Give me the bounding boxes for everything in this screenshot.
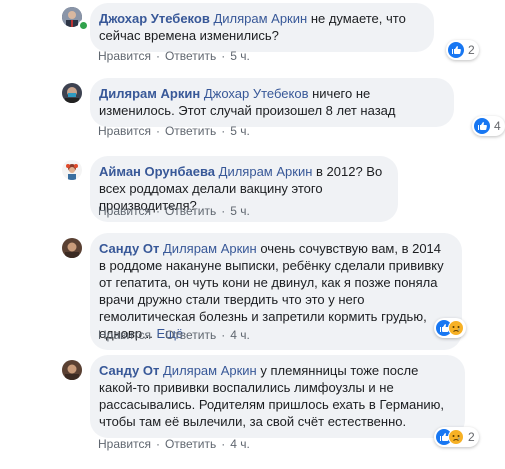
- like-icon: [448, 42, 464, 58]
- separator: ·: [221, 124, 226, 138]
- like-link[interactable]: Нравится: [98, 204, 151, 218]
- comment-actions: Нравится · Ответить · 5 ч.: [98, 204, 250, 218]
- reply-link[interactable]: Ответить: [165, 124, 216, 138]
- comment-mention[interactable]: Дилярам Аркин: [163, 241, 257, 256]
- comment-bubble: Дилярам Аркин Джохар Утебеков ничего не …: [90, 78, 454, 127]
- separator: ·: [155, 49, 160, 63]
- comment-time[interactable]: 4 ч.: [230, 328, 250, 342]
- comment-time[interactable]: 4 ч.: [230, 437, 250, 451]
- avatar[interactable]: [62, 360, 82, 380]
- reactions-summary[interactable]: 4: [472, 116, 505, 136]
- comment-time[interactable]: 5 ч.: [230, 204, 250, 218]
- comment-author[interactable]: Санду От: [99, 241, 159, 256]
- comment-mention[interactable]: Дилярам Аркин: [163, 363, 257, 378]
- like-icon: [474, 118, 490, 134]
- like-link[interactable]: Нравится: [98, 437, 151, 451]
- reactions-summary[interactable]: [434, 318, 466, 338]
- comment-author[interactable]: Дилярам Аркин: [99, 86, 200, 101]
- comment-time[interactable]: 5 ч.: [230, 49, 250, 63]
- sad-icon: [448, 429, 464, 445]
- comment-time[interactable]: 5 ч.: [230, 124, 250, 138]
- reaction-count: 2: [468, 43, 475, 57]
- comment-actions: Нравится · Ответить · 5 ч.: [98, 124, 250, 138]
- comment-actions: Нравится · Ответить · 5 ч.: [98, 49, 250, 63]
- reaction-count: 4: [494, 119, 501, 133]
- sad-icon: [448, 320, 464, 336]
- comment-mention[interactable]: Дилярам Аркин: [213, 11, 307, 26]
- reply-link[interactable]: Ответить: [165, 437, 216, 451]
- reactions-summary[interactable]: 2: [434, 427, 479, 447]
- reply-link[interactable]: Ответить: [165, 328, 216, 342]
- avatar[interactable]: [62, 83, 82, 103]
- comment-text: очень сочувствую вам, в 2014 в роддоме н…: [99, 241, 444, 341]
- separator: ·: [221, 437, 226, 451]
- comment-author[interactable]: Айман Орунбаева: [99, 164, 215, 179]
- comment-actions: Нравится · Ответить · 4 ч.: [98, 328, 250, 342]
- like-link[interactable]: Нравится: [98, 49, 151, 63]
- comment-author[interactable]: Санду От: [99, 363, 159, 378]
- online-indicator: [78, 20, 89, 31]
- separator: ·: [221, 328, 226, 342]
- reactions-summary[interactable]: 2: [446, 40, 479, 60]
- separator: ·: [155, 204, 160, 218]
- separator: ·: [221, 204, 226, 218]
- separator: ·: [155, 437, 160, 451]
- like-link[interactable]: Нравится: [98, 124, 151, 138]
- avatar[interactable]: [62, 238, 82, 258]
- like-link[interactable]: Нравится: [98, 328, 151, 342]
- separator: ·: [155, 124, 160, 138]
- comment-author[interactable]: Джохар Утебеков: [99, 11, 210, 26]
- comment-mention[interactable]: Джохар Утебеков: [204, 86, 309, 101]
- reply-link[interactable]: Ответить: [165, 204, 216, 218]
- separator: ·: [221, 49, 226, 63]
- separator: ·: [155, 328, 160, 342]
- comment-bubble: Джохар Утебеков Дилярам Аркин не думаете…: [90, 3, 434, 52]
- comment-actions: Нравится · Ответить · 4 ч.: [98, 437, 250, 451]
- reply-link[interactable]: Ответить: [165, 49, 216, 63]
- reaction-count: 2: [468, 430, 475, 444]
- comment-mention[interactable]: Дилярам Аркин: [219, 164, 313, 179]
- avatar[interactable]: [62, 160, 82, 180]
- comment-bubble: Санду От Дилярам Аркин у племянницы тоже…: [90, 355, 465, 438]
